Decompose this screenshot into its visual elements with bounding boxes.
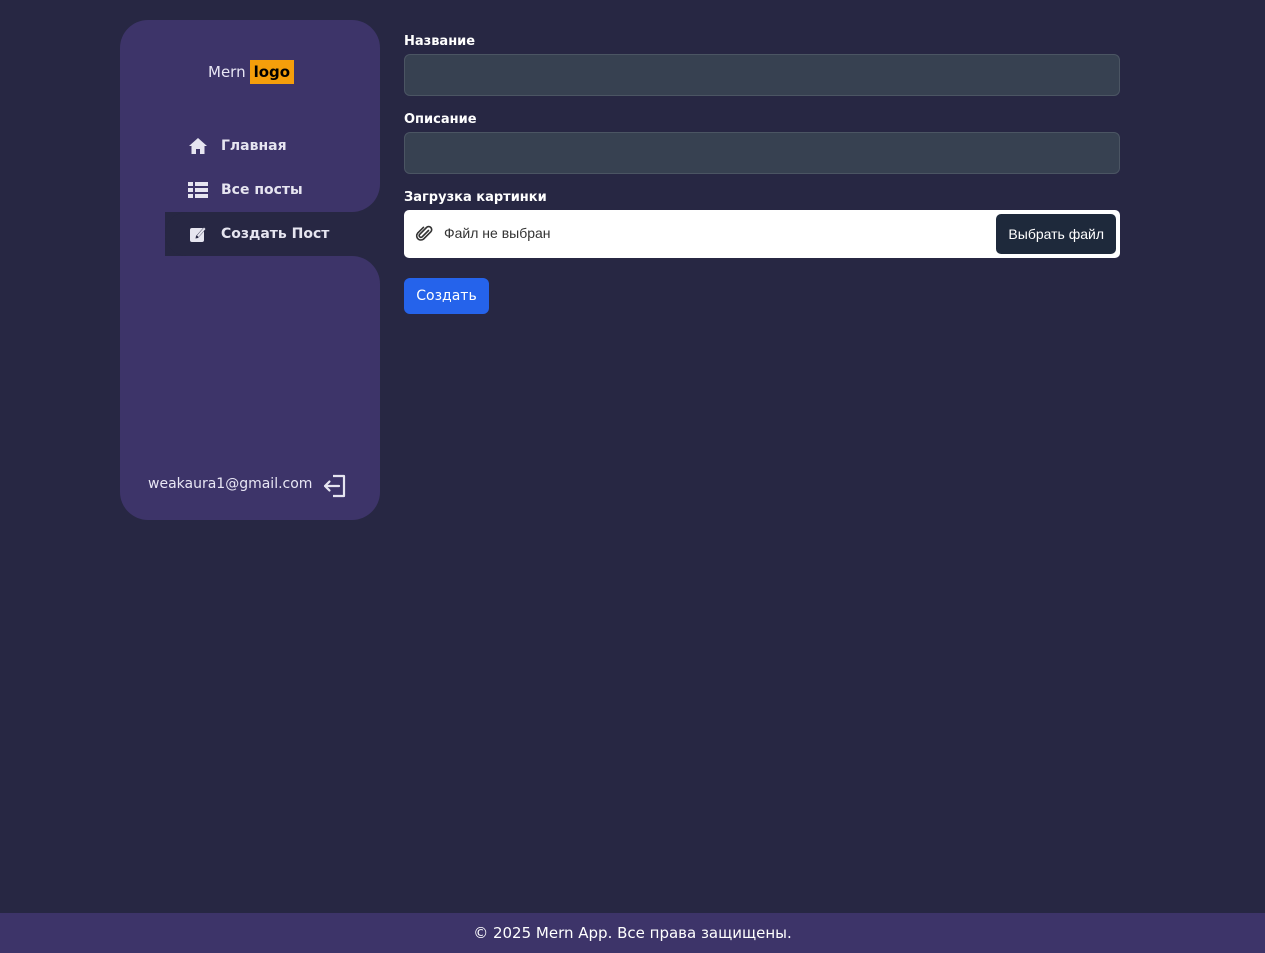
logout-icon [323,474,346,498]
logout-button[interactable] [322,473,348,499]
footer-copyright: © 2025 Mern App. Все права защищены. [473,924,792,942]
nav-item-create-post[interactable]: Создать Пост [165,212,380,256]
paperclip-icon [415,224,435,244]
user-email: weakaura1@gmail.com [148,476,313,492]
description-input[interactable] [404,132,1120,174]
list-icon [188,180,208,200]
edit-icon [188,224,208,244]
sidebar: Mern logo Главная Все посты Создать Пост… [120,20,380,520]
image-upload-label: Загрузка картинки [404,190,547,205]
footer: © 2025 Mern App. Все права защищены. [0,913,1265,953]
create-post-form: Название Описание Загрузка картинки Файл… [404,32,1120,258]
title-label: Название [404,34,476,49]
logo-highlight: logo [249,60,295,84]
description-label: Описание [404,112,477,127]
title-input[interactable] [404,54,1120,96]
logo-text: Mern [208,63,246,81]
nav-label-create-post: Создать Пост [221,226,330,242]
create-button[interactable]: Создать [404,278,489,314]
file-status-text: Файл не выбран [444,225,551,241]
nav-label-home: Главная [221,138,287,154]
app-logo[interactable]: Mern logo [208,60,295,84]
choose-file-button[interactable]: Выбрать файл [996,214,1116,254]
nav-label-all-posts: Все посты [221,182,303,198]
home-icon [188,136,208,156]
file-upload-field[interactable]: Файл не выбран Выбрать файл [404,210,1120,258]
nav-item-all-posts[interactable]: Все посты [165,168,380,212]
nav-item-home[interactable]: Главная [165,124,380,168]
